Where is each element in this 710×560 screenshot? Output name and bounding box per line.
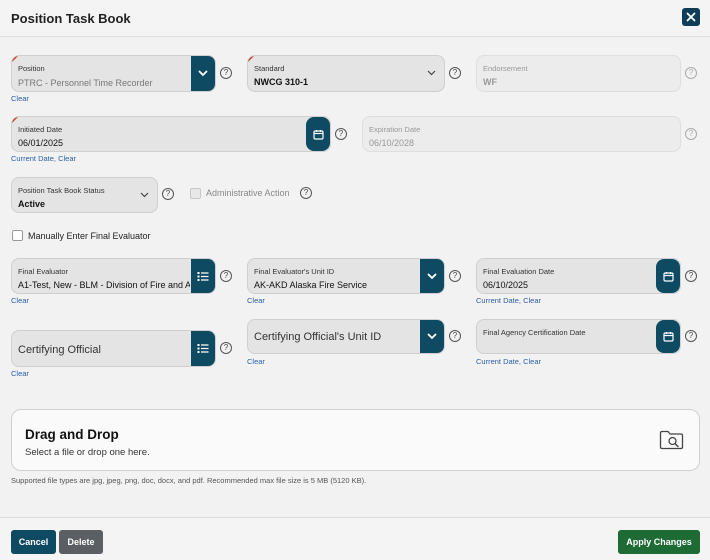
expiration-date-value: 06/10/2028 <box>369 138 415 148</box>
agency-cert-date-label: Final Agency Certification Date <box>483 328 586 337</box>
agency-cert-date-calendar-button[interactable] <box>656 320 680 353</box>
drop-zone-title: Drag and Drop <box>25 427 119 442</box>
final-eval-date-value: 06/10/2025 <box>483 280 529 290</box>
chevron-down-icon <box>427 333 437 340</box>
standard-value: NWCG 310-1 <box>254 77 309 87</box>
expiration-date-field: Expiration Date 06/10/2028 <box>362 116 681 152</box>
ptb-status-select[interactable]: Position Task Book Status Active <box>11 177 158 213</box>
endorsement-label: Endorsement <box>483 64 528 73</box>
final-eval-date-field[interactable]: Final Evaluation Date 06/10/2025 <box>476 258 681 294</box>
standard-select[interactable]: Standard NWCG 310-1 <box>247 55 445 92</box>
ptb-status-chevron[interactable] <box>140 192 149 198</box>
final-evaluator-help-icon[interactable]: ? <box>220 270 232 282</box>
endorsement-help-icon[interactable]: ? <box>685 67 697 79</box>
initiated-date-help-icon[interactable]: ? <box>335 128 347 140</box>
file-drop-zone[interactable]: Drag and Drop Select a file or drop one … <box>11 409 700 471</box>
ptb-status-value: Active <box>18 199 46 209</box>
certifying-unit-select[interactable]: Certifying Official's Unit ID <box>247 319 445 354</box>
final-eval-date-calendar-button[interactable] <box>656 259 680 293</box>
close-icon <box>686 12 696 22</box>
agency-cert-date-field[interactable]: Final Agency Certification Date <box>476 319 681 354</box>
administrative-action-label: Administrative Action <box>206 188 290 198</box>
final-eval-date-links[interactable]: Current Date, Clear <box>476 296 541 305</box>
final-eval-date-label: Final Evaluation Date <box>483 267 555 276</box>
chevron-down-icon <box>427 273 437 279</box>
ptb-status-label: Position Task Book Status <box>18 186 105 195</box>
agency-cert-date-help-icon[interactable]: ? <box>685 330 697 342</box>
position-select[interactable]: Position PTRC - Personnel Time Recorder <box>11 55 216 92</box>
certifying-unit-clear-link[interactable]: Clear <box>247 357 265 366</box>
delete-button[interactable]: Delete <box>59 530 103 554</box>
evaluator-unit-help-icon[interactable]: ? <box>449 270 461 282</box>
endorsement-field: Endorsement WF <box>476 55 681 92</box>
position-help-icon[interactable]: ? <box>220 67 232 79</box>
calendar-icon <box>662 332 674 342</box>
evaluator-unit-label: Final Evaluator's Unit ID <box>254 267 335 276</box>
folder-search-icon <box>659 430 685 455</box>
final-evaluator-label: Final Evaluator <box>18 267 69 276</box>
dialog-footer <box>0 517 710 560</box>
evaluator-unit-value: AK-AKD Alaska Fire Service <box>254 280 368 290</box>
manual-evaluator-checkbox[interactable] <box>12 230 23 241</box>
initiated-date-value: 06/01/2025 <box>18 138 64 148</box>
apply-changes-button[interactable]: Apply Changes <box>618 530 700 554</box>
certifying-official-clear-link[interactable]: Clear <box>11 369 29 378</box>
required-marker <box>12 56 18 62</box>
expiration-date-label: Expiration Date <box>369 125 421 134</box>
final-evaluator-lookup-button[interactable] <box>191 259 215 293</box>
position-dropdown-button[interactable] <box>191 56 215 91</box>
drop-zone-subtitle: Select a file or drop one here. <box>25 447 150 458</box>
required-marker <box>248 56 254 62</box>
chevron-down-icon <box>198 70 208 77</box>
certifying-unit-dropdown-button[interactable] <box>420 320 444 353</box>
standard-chevron[interactable] <box>427 70 436 76</box>
standard-help-icon[interactable]: ? <box>449 67 461 79</box>
position-value: PTRC - Personnel Time Recorder <box>18 78 153 88</box>
certifying-unit-help-icon[interactable]: ? <box>449 330 461 342</box>
standard-label: Standard <box>254 64 285 73</box>
position-label: Position <box>18 64 45 73</box>
evaluator-unit-clear-link[interactable]: Clear <box>247 296 265 305</box>
evaluator-unit-dropdown-button[interactable] <box>420 259 444 293</box>
calendar-icon <box>662 271 674 282</box>
final-evaluator-field[interactable]: Final Evaluator A1-Test, New - BLM - Div… <box>11 258 216 294</box>
final-evaluator-clear-link[interactable]: Clear <box>11 296 29 305</box>
ptb-status-help-icon[interactable]: ? <box>162 188 174 200</box>
initiated-date-field[interactable]: Initiated Date 06/01/2025 <box>11 116 331 152</box>
certifying-official-lookup-button[interactable] <box>191 331 215 366</box>
file-type-hint: Supported file types are jpg, jpeg, png,… <box>11 476 367 485</box>
calendar-icon <box>312 129 324 140</box>
initiated-date-calendar-button[interactable] <box>306 117 330 151</box>
chevron-down-icon <box>427 70 436 76</box>
position-clear-link[interactable]: Clear <box>11 94 29 103</box>
list-icon <box>197 271 209 281</box>
administrative-action-help-icon[interactable]: ? <box>300 187 312 199</box>
final-eval-date-help-icon[interactable]: ? <box>685 270 697 282</box>
close-button[interactable] <box>682 8 700 26</box>
certifying-official-field[interactable]: Certifying Official <box>11 330 216 367</box>
certifying-unit-placeholder: Certifying Official's Unit ID <box>254 331 382 343</box>
certifying-official-placeholder: Certifying Official <box>18 344 101 356</box>
dialog-title: Position Task Book <box>11 11 131 26</box>
endorsement-value: WF <box>483 77 497 87</box>
evaluator-unit-select[interactable]: Final Evaluator's Unit ID AK-AKD Alaska … <box>247 258 445 294</box>
cancel-button[interactable]: Cancel <box>11 530 56 554</box>
expiration-date-help-icon[interactable]: ? <box>685 128 697 140</box>
final-evaluator-value: A1-Test, New - BLM - Division of Fire an… <box>18 280 190 290</box>
certifying-official-help-icon[interactable]: ? <box>220 342 232 354</box>
administrative-action-checkbox[interactable] <box>190 188 201 199</box>
initiated-date-links[interactable]: Current Date, Clear <box>11 154 76 163</box>
list-icon <box>197 344 209 353</box>
initiated-date-label: Initiated Date <box>18 125 63 134</box>
agency-cert-date-links[interactable]: Current Date, Clear <box>476 357 541 366</box>
chevron-down-icon <box>140 192 149 198</box>
manual-evaluator-label: Manually Enter Final Evaluator <box>28 231 151 241</box>
required-marker <box>12 117 18 123</box>
